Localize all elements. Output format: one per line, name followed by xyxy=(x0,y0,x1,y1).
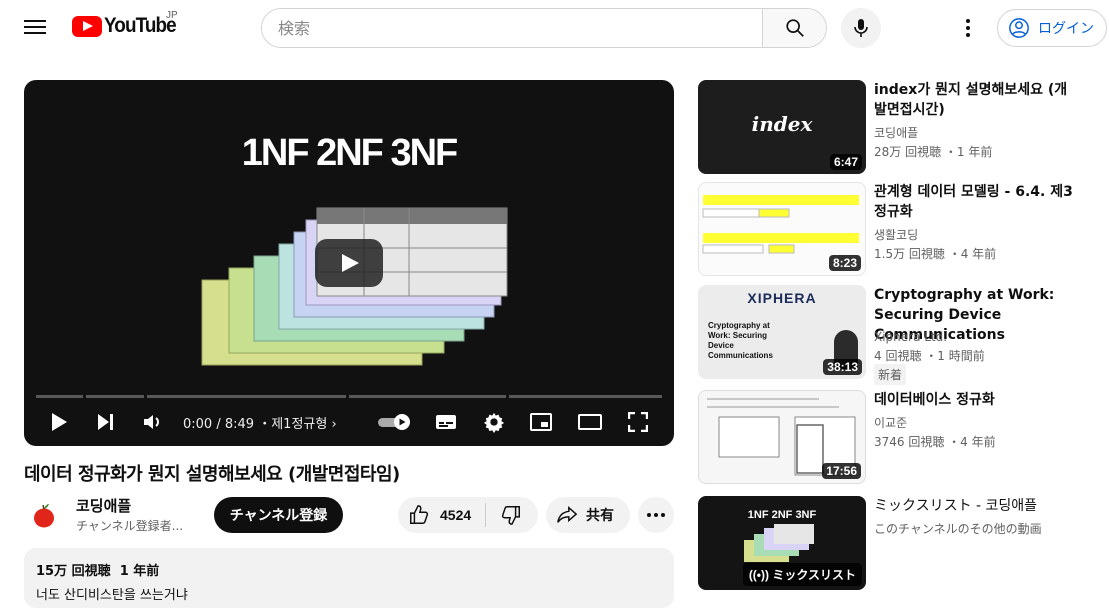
like-button[interactable]: 4524 xyxy=(398,503,486,527)
video-player[interactable]: 1NF 2NF 3NF 0:00 / 8:49 ・제1정규형 › xyxy=(24,80,674,446)
recommendation-meta: 4 回視聴 ・1 時間前 xyxy=(874,349,985,363)
recommendation-meta: 28万 回視聴 ・1 年前 xyxy=(874,145,993,159)
settings-more-icon[interactable] xyxy=(956,16,980,40)
chapter-label[interactable]: ・제1정규형 › xyxy=(258,417,336,432)
recommendation-channel[interactable]: Xiphera Ltd. xyxy=(874,330,947,344)
share-icon xyxy=(557,506,578,523)
like-count: 4524 xyxy=(440,507,472,523)
video-thumbnail[interactable]: 17:56 xyxy=(698,390,866,484)
thumbnail-text: Cryptography at Work: Securing Device Co… xyxy=(708,321,773,360)
recommendation-title[interactable]: 데이터베이스 정규화 xyxy=(874,390,1074,410)
mix-broadcast-icon: ((•)) xyxy=(748,568,769,582)
microphone-icon xyxy=(854,19,868,37)
region-code: JP xyxy=(166,10,178,21)
mix-label: ミックスリスト xyxy=(772,568,856,582)
search-icon xyxy=(785,19,804,37)
fullscreen-icon xyxy=(628,412,648,432)
recommendation-channel[interactable]: 생활코딩 xyxy=(874,226,918,243)
next-button[interactable] xyxy=(94,408,118,436)
thumbnail-brand: XIPHERA xyxy=(747,290,817,306)
description-box[interactable]: 15万 回視聴 1 年前 너도 산디비스탄을 쓰는거냐 xyxy=(24,548,674,608)
recommendation-item[interactable]: 8:23 관계형 데이터 모델링 - 6.4. 제3 정규화 생활코딩 1.5万… xyxy=(698,182,1108,278)
subtitles-button[interactable] xyxy=(434,408,458,436)
video-duration: 8:23 xyxy=(828,255,861,271)
channel-avatar[interactable] xyxy=(29,500,59,530)
current-time: 0:00 xyxy=(183,417,213,432)
video-duration: 38:13 xyxy=(823,359,862,375)
mix-label-badge: ((•)) ミックスリスト xyxy=(742,563,862,586)
play-button[interactable] xyxy=(48,408,70,436)
description-text: 너도 산디비스탄을 쓰는거냐 xyxy=(36,588,188,603)
search-box xyxy=(261,8,827,48)
mix-thumbnail[interactable]: 1NF 2NF 3NF ((•)) ミックスリスト xyxy=(698,496,866,590)
recommendation-item[interactable]: 1NF 2NF 3NF ((•)) ミックスリスト ミックスリスト - 코딩애플… xyxy=(698,496,1108,592)
video-thumbnail[interactable]: 8:23 xyxy=(698,182,866,276)
channel-name[interactable]: 코딩애플 xyxy=(76,495,131,516)
gear-icon xyxy=(483,412,505,433)
dislike-button[interactable] xyxy=(486,504,536,526)
video-title: 데이터 정규화가 뭔지 설명해보세요 (개발면접타임) xyxy=(24,464,400,485)
theater-mode-button[interactable] xyxy=(577,408,603,436)
play-overlay-button[interactable] xyxy=(315,239,383,287)
recommendation-item[interactable]: index 6:47 index가 뭔지 설명해보세요 (개발면접시간) 코딩애… xyxy=(698,80,1108,176)
youtube-play-icon xyxy=(72,15,102,37)
subscribe-button[interactable]: チャンネル登録 xyxy=(214,497,343,533)
thumbnail-text: index xyxy=(751,112,813,136)
share-label: 共有 xyxy=(586,508,614,524)
recommendation-channel[interactable]: 이교준 xyxy=(874,414,907,431)
video-duration: 6:47 xyxy=(829,154,862,170)
search-input[interactable] xyxy=(262,9,762,47)
recommendation-channel: このチャンネルのその他の動画 xyxy=(874,522,1042,536)
volume-button[interactable] xyxy=(141,408,165,436)
fullscreen-button[interactable] xyxy=(626,408,650,436)
recommendation-meta: 3746 回視聴 ・4 年前 xyxy=(874,435,996,449)
recommendation-meta: 1.5万 回視聴 ・4 年前 xyxy=(874,247,997,261)
more-actions-button[interactable] xyxy=(638,497,674,533)
video-thumbnail[interactable]: XIPHERA Cryptography at Work: Securing D… xyxy=(698,285,866,379)
share-button[interactable]: 共有 xyxy=(546,497,630,533)
volume-icon xyxy=(144,415,159,429)
subtitles-icon xyxy=(436,415,456,429)
recommendation-item[interactable]: XIPHERA Cryptography at Work: Securing D… xyxy=(698,285,1108,385)
like-dislike-group: 4524 xyxy=(398,497,538,533)
view-stats: 15万 回視聴 1 年前 xyxy=(36,564,160,579)
apple-icon xyxy=(34,504,54,528)
youtube-logo[interactable]: YouTube JP xyxy=(72,10,184,38)
autoplay-icon xyxy=(378,414,410,430)
new-badge: 新着 xyxy=(874,364,907,385)
recommendation-title[interactable]: ミックスリスト - 코딩애플 xyxy=(874,496,1074,516)
login-label: ログイン xyxy=(1038,21,1094,37)
recommendation-title[interactable]: 관계형 데이터 모델링 - 6.4. 제3 정규화 xyxy=(874,182,1074,222)
voice-search-button[interactable] xyxy=(841,8,881,48)
play-icon xyxy=(52,413,67,431)
miniplayer-button[interactable] xyxy=(529,408,553,436)
duration: 8:49 xyxy=(224,417,255,432)
menu-icon[interactable] xyxy=(22,16,48,40)
miniplayer-icon xyxy=(530,413,552,431)
video-thumbnail[interactable]: index 6:47 xyxy=(698,80,866,174)
recommendation-title[interactable]: index가 뭔지 설명해보세요 (개발면접시간) xyxy=(874,80,1074,120)
thumbs-up-icon xyxy=(410,505,429,524)
autoplay-toggle[interactable] xyxy=(378,408,412,436)
login-button[interactable]: ログイン xyxy=(997,9,1107,47)
recommendation-channel[interactable]: 코딩애플 xyxy=(874,124,918,141)
settings-button[interactable] xyxy=(482,408,506,436)
thumbs-down-icon xyxy=(501,506,520,525)
progress-bar[interactable] xyxy=(36,395,662,398)
logo-text: YouTube xyxy=(104,14,177,37)
skip-next-icon xyxy=(98,414,113,430)
video-duration: 17:56 xyxy=(822,463,861,479)
top-bar: YouTube JP ログイン xyxy=(0,0,1109,56)
account-icon xyxy=(1009,18,1029,38)
more-horizontal-icon xyxy=(647,513,665,517)
time-display: 0:00 / 8:49 ・제1정규형 › xyxy=(183,417,337,432)
recommendation-item[interactable]: 17:56 데이터베이스 정규화 이교준 3746 回視聴 ・4 年前 xyxy=(698,390,1108,486)
channel-subscribers: チャンネル登録者... xyxy=(76,519,184,533)
search-button[interactable] xyxy=(762,9,826,47)
theater-icon xyxy=(578,414,602,430)
